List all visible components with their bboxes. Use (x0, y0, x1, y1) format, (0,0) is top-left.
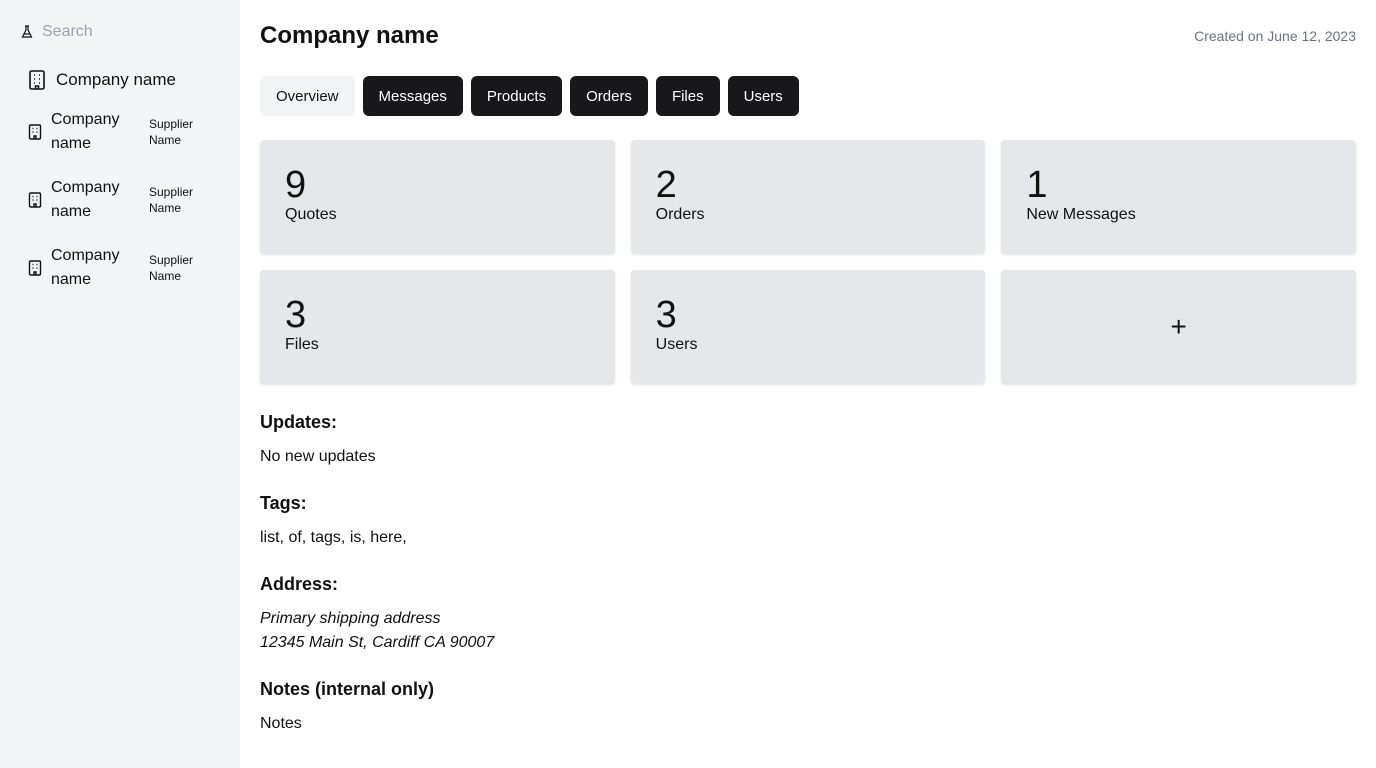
address-line: 12345 Main St, Cardiff CA 90007 (260, 634, 495, 651)
stat-card-orders[interactable]: 2 Orders (630, 140, 986, 254)
building-icon (28, 260, 42, 276)
notes-section: Notes (internal only) Notes (260, 679, 1356, 736)
tags-text: list, of, tags, is, here, (260, 529, 407, 546)
flask-icon (21, 25, 33, 38)
page-header: Company name Created on June 12, 2023 (260, 20, 1356, 52)
tab-files[interactable]: Files (655, 76, 720, 116)
tab-orders[interactable]: Orders (570, 76, 648, 116)
company-name: Company name (51, 247, 120, 288)
updates-section: Updates: No new updates (260, 412, 1356, 469)
page-title: Company name (260, 22, 439, 49)
tab-messages[interactable]: Messages (362, 76, 463, 116)
search-input[interactable] (42, 23, 222, 41)
supplier-name: Supplier Name (149, 185, 194, 215)
notes-heading: Notes (internal only) (260, 679, 435, 699)
supplier-name: Supplier Name (149, 253, 194, 283)
company-name: Company name (51, 111, 120, 152)
address-section: Address: Primary shipping address 12345 … (260, 574, 1356, 655)
stat-card-quotes[interactable]: 9 Quotes (260, 140, 615, 254)
stat-label: Orders (655, 206, 705, 223)
sidebar-item-company[interactable]: Company name Supplier Name (28, 174, 240, 226)
address-label: Primary shipping address (260, 610, 441, 627)
stats-grid: 9 Quotes 2 Orders 1 New Messages 3 Files… (260, 140, 1356, 384)
stat-label: Quotes (285, 206, 337, 223)
tags-section: Tags: list, of, tags, is, here, (260, 493, 1356, 550)
tab-users[interactable]: Users (727, 76, 799, 116)
search-bar[interactable] (20, 20, 240, 44)
stat-card-new-messages[interactable]: 1 New Messages (1001, 140, 1356, 254)
stat-label: Files (285, 336, 319, 353)
stat-count: 3 (285, 294, 307, 336)
updates-text: No new updates (260, 448, 376, 465)
supplier-name: Supplier Name (149, 117, 194, 147)
stat-count: 1 (1026, 164, 1048, 206)
building-icon (28, 192, 42, 208)
stat-count: 9 (285, 164, 307, 206)
stat-card-users[interactable]: 3 Users (630, 270, 986, 384)
updates-heading: Updates: (260, 412, 338, 432)
building-icon (28, 124, 42, 140)
stat-count: 3 (655, 294, 677, 336)
stat-count: 2 (655, 164, 677, 206)
company-name: Company name (51, 179, 120, 220)
stat-label: Users (655, 336, 698, 353)
sidebar-item-main-company[interactable]: Company name (28, 66, 240, 94)
building-icon (29, 70, 45, 90)
sidebar-item-company[interactable]: Company name Supplier Name (28, 106, 240, 158)
tags-heading: Tags: (260, 493, 307, 513)
tab-bar: Overview Messages Products Orders Files … (260, 76, 1356, 116)
tab-overview[interactable]: Overview (260, 76, 355, 116)
stat-card-files[interactable]: 3 Files (260, 270, 615, 384)
main-content: Company name Created on June 12, 2023 Ov… (240, 0, 1376, 768)
sidebar-item-company[interactable]: Company name Supplier Name (28, 242, 240, 294)
stat-label: New Messages (1026, 206, 1136, 223)
sidebar-main-company-label: Company name (56, 70, 177, 89)
address-heading: Address: (260, 574, 339, 594)
sidebar: Company name Company name Supplier Name … (0, 0, 240, 768)
created-date: Created on June 12, 2023 (1194, 28, 1356, 44)
notes-text: Notes (260, 715, 302, 732)
plus-icon: + (1170, 311, 1187, 342)
add-card-button[interactable]: + (1001, 270, 1356, 384)
tab-products[interactable]: Products (470, 76, 563, 116)
